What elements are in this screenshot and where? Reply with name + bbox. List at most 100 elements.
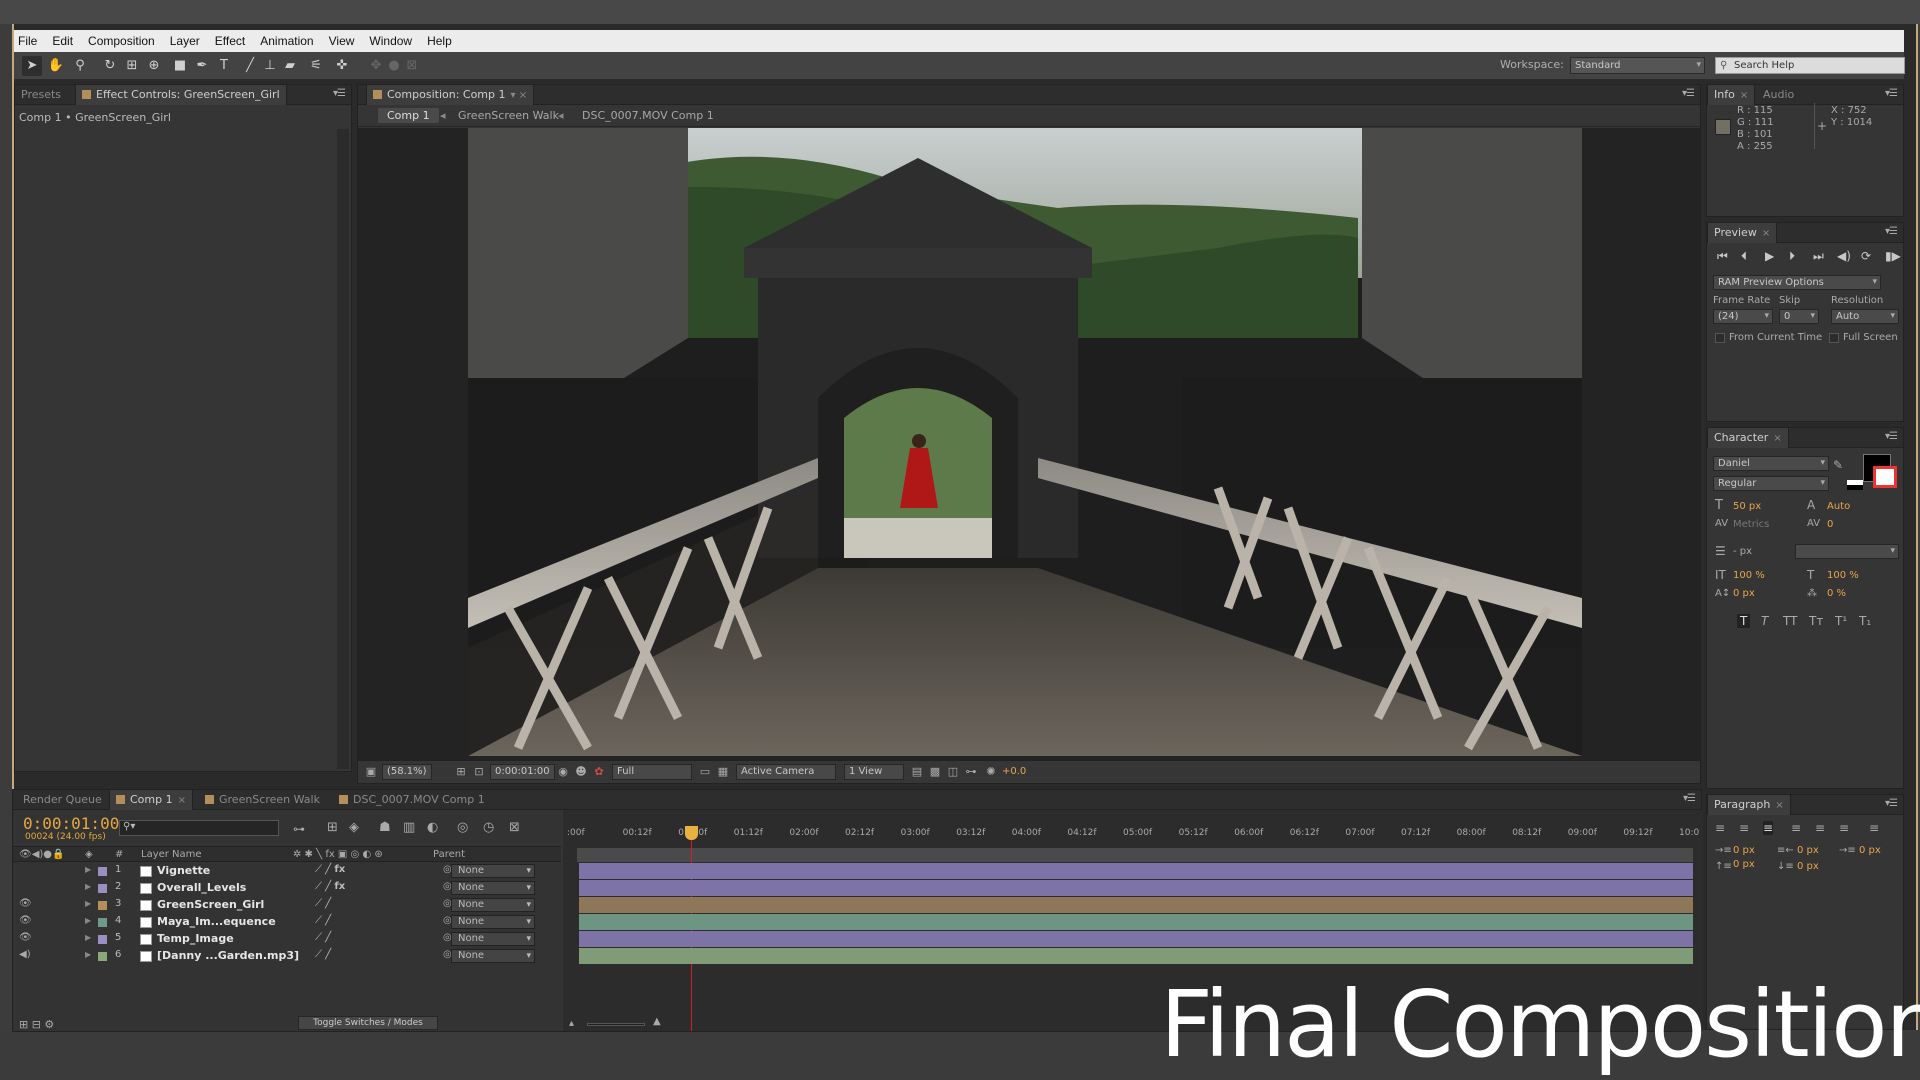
tracking-value[interactable]: 0	[1827, 519, 1833, 530]
exposure-icon[interactable]: ✺	[984, 765, 998, 779]
tab-comp-1[interactable]: Comp 1 ×	[109, 790, 193, 810]
fast-previews-icon[interactable]: ▩	[928, 765, 942, 779]
layer-switches[interactable]: ⟋ ╱	[315, 898, 331, 909]
hand-tool-icon[interactable]: ✋	[46, 56, 66, 76]
frame-blending-icon[interactable]: ▥	[403, 820, 415, 835]
layer-name[interactable]: [Danny ...Garden.mp3]	[157, 949, 299, 962]
live-update-icon[interactable]: ⊞	[327, 820, 338, 835]
expand-arrow-icon[interactable]: ▶	[85, 899, 91, 908]
selection-tool-icon[interactable]: ➤	[22, 56, 42, 76]
timeline-zoom-slider[interactable]	[587, 1023, 645, 1026]
loop-icon[interactable]: ⟳	[1861, 249, 1871, 263]
work-area-bar[interactable]	[577, 848, 1693, 862]
tab-character[interactable]: Character ×	[1707, 428, 1789, 448]
camera-view-select[interactable]: Active Camera	[736, 764, 836, 780]
justify-center-icon[interactable]: ≡	[1815, 821, 1825, 835]
search-help-input[interactable]: ⚲ Search Help	[1715, 57, 1905, 74]
parent-select[interactable]: None	[451, 932, 535, 946]
layer-duration-bar[interactable]	[579, 948, 1693, 964]
baseline-shift-value[interactable]: 0 px	[1733, 588, 1755, 599]
kerning-value[interactable]: Metrics	[1733, 519, 1769, 530]
layer-duration-bar[interactable]	[579, 914, 1693, 930]
channels-icon[interactable]: ✿	[592, 765, 606, 779]
resolution-select[interactable]: Auto	[1831, 309, 1899, 324]
space-before-value[interactable]: 0 px	[1733, 859, 1755, 870]
parent-select[interactable]: None	[451, 915, 535, 929]
indent-left-value[interactable]: 0 px	[1733, 845, 1755, 856]
indent-first-value[interactable]: 0 px	[1859, 845, 1881, 856]
timeline-icon[interactable]: ◫	[946, 765, 960, 779]
menu-composition[interactable]: Composition	[88, 34, 155, 48]
always-preview-icon[interactable]: ▣	[364, 765, 378, 779]
close-icon[interactable]: ×	[1775, 800, 1783, 811]
full-screen-checkbox[interactable]	[1829, 333, 1839, 343]
crumb-comp-1[interactable]: Comp 1	[378, 108, 439, 123]
frame-rate-select[interactable]: (24)	[1713, 309, 1773, 324]
layer-label-swatch[interactable]	[98, 867, 107, 876]
justify-right-icon[interactable]: ≡	[1839, 821, 1849, 835]
panel-menu-icon[interactable]: ▾☰	[1683, 793, 1696, 804]
tab-audio[interactable]: Audio	[1757, 85, 1800, 105]
draft-3d-icon[interactable]: ◈	[349, 820, 359, 835]
visibility-icon[interactable]: 👁	[19, 898, 32, 909]
from-current-time-checkbox[interactable]	[1715, 333, 1725, 343]
workspace-select[interactable]: Standard	[1570, 57, 1705, 74]
leading-value[interactable]: Auto	[1827, 501, 1850, 512]
exposure-value[interactable]: +0.0	[1002, 766, 1026, 777]
brainstorm-icon[interactable]: ◎	[457, 820, 468, 835]
menu-file[interactable]: File	[18, 34, 37, 48]
magnification-select[interactable]: (58.1%)	[382, 764, 432, 780]
tab-dsc-comp[interactable]: DSC_0007.MOV Comp 1	[333, 790, 491, 810]
justify-left-icon[interactable]: ≡	[1791, 821, 1801, 835]
tab-composition[interactable]: Composition: Comp 1 ▾ ×	[366, 85, 535, 105]
transparency-grid-icon[interactable]: ▦	[716, 765, 730, 779]
previous-frame-icon[interactable]: ⏴	[1741, 249, 1747, 264]
skip-select[interactable]: 0	[1779, 309, 1819, 324]
close-icon[interactable]: ×	[1762, 228, 1770, 239]
auto-keyframe-icon[interactable]: ◷	[483, 820, 494, 835]
motion-blur-icon[interactable]: ◐	[427, 820, 438, 835]
layer-row[interactable]: ▶ 1 Vignette ⟋ ╱ fx ◎ None	[13, 863, 561, 880]
zoom-out-icon[interactable]: ▴	[569, 1018, 574, 1029]
black-white-swatch[interactable]	[1847, 480, 1863, 490]
visibility-icon[interactable]: 👁	[19, 932, 32, 943]
menu-help[interactable]: Help	[427, 34, 452, 48]
panel-menu-icon[interactable]: ▾☰	[333, 88, 346, 99]
current-time-display[interactable]: 0:00:01:00	[490, 764, 555, 780]
rectangle-tool-icon[interactable]: ■	[170, 56, 190, 76]
ram-preview-options-select[interactable]: RAM Preview Options	[1713, 275, 1881, 290]
visibility-icon[interactable]: ◀)	[19, 949, 31, 960]
panel-menu-icon[interactable]: ▾☰	[1682, 88, 1695, 99]
expand-arrow-icon[interactable]: ▶	[85, 933, 91, 942]
align-right-icon[interactable]: ≡	[1763, 821, 1774, 835]
layer-label-swatch[interactable]	[98, 884, 107, 893]
layer-switches[interactable]: ⟋ ╱	[315, 915, 331, 926]
menu-animation[interactable]: Animation	[260, 34, 313, 48]
zoom-in-icon[interactable]: ▲	[653, 1016, 661, 1027]
graph-editor-icon[interactable]: ⊠	[509, 820, 520, 835]
layer-row[interactable]: 👁 ▶ 3 GreenScreen_Girl ⟋ ╱ ◎ None	[13, 897, 561, 914]
tab-render-queue[interactable]: Render Queue	[17, 790, 108, 810]
puppet-pin-tool-icon[interactable]: ✜	[332, 56, 352, 76]
stroke-style-select[interactable]	[1795, 544, 1899, 559]
title-safe-icon[interactable]: ⊞	[454, 765, 468, 779]
faux-bold-icon[interactable]: T	[1737, 614, 1751, 628]
pan-behind-tool-icon[interactable]: ⊕	[144, 56, 164, 76]
tab-presets[interactable]: Presets	[15, 85, 67, 105]
roto-brush-tool-icon[interactable]: ⚟	[306, 56, 326, 76]
parent-select[interactable]: None	[451, 864, 535, 878]
menu-window[interactable]: Window	[369, 34, 412, 48]
parent-select[interactable]: None	[451, 898, 535, 912]
composition-mini-flowchart-icon[interactable]: ⊶	[293, 822, 305, 836]
region-of-interest-icon[interactable]: ▭	[698, 765, 712, 779]
audio-icon[interactable]: ◀)	[1837, 249, 1851, 263]
eraser-tool-icon[interactable]: ▰	[280, 56, 300, 76]
all-caps-icon[interactable]: TT	[1783, 614, 1797, 628]
align-center-icon[interactable]: ≡	[1739, 821, 1749, 835]
expand-arrow-icon[interactable]: ▶	[85, 882, 91, 891]
parent-select[interactable]: None	[451, 881, 535, 895]
zoom-tool-icon[interactable]: ⚲	[70, 56, 90, 76]
pen-tool-icon[interactable]: ✒	[192, 56, 212, 76]
close-icon[interactable]: ▾ ×	[511, 90, 528, 101]
current-time-indicator-head[interactable]	[685, 826, 698, 840]
